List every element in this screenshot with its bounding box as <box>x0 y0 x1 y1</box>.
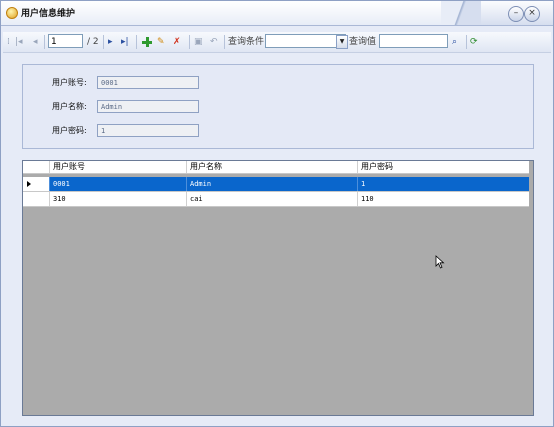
search-icon[interactable]: ⌕ <box>452 35 457 49</box>
toolbar-separator <box>189 35 190 49</box>
password-label: 用户密码: <box>52 126 87 135</box>
cell-password[interactable]: 1 <box>357 177 529 191</box>
query-value-label: 查询值 <box>349 37 377 47</box>
minimize-button[interactable]: – <box>508 6 524 22</box>
table-row[interactable]: 310 cai 110 <box>23 192 529 207</box>
main-window: 用户信息维护 – × ⁞ |◂ ◂ 1 / 2 ▸ ▸| ✎ ✗ ▣ ↶ 查询条… <box>0 0 554 427</box>
move-first-icon[interactable]: |◂ <box>15 35 23 49</box>
query-condition-label: 查询条件 <box>228 37 265 47</box>
toolbar-separator <box>466 35 467 49</box>
position-input[interactable]: 1 <box>48 34 83 48</box>
toolbar-separator <box>224 35 225 49</box>
app-icon <box>6 7 18 19</box>
refresh-icon[interactable]: ⟳ <box>470 35 478 49</box>
current-row-arrow-icon <box>27 181 31 187</box>
close-button[interactable]: × <box>524 6 540 22</box>
name-field[interactable]: Admin <box>97 100 199 113</box>
undo-icon[interactable]: ↶ <box>210 35 218 49</box>
delete-icon[interactable]: ✗ <box>173 35 181 49</box>
toolbar-separator <box>44 35 45 49</box>
row-header[interactable] <box>23 177 49 191</box>
column-header-name[interactable]: 用户名称 <box>186 161 357 173</box>
add-new-icon[interactable] <box>142 37 152 47</box>
binding-navigator-toolbar: ⁞ |◂ ◂ 1 / 2 ▸ ▸| ✎ ✗ ▣ ↶ 查询条件 ▼ 查询值 ⌕ ⟳ <box>3 32 551 53</box>
column-header-password[interactable]: 用户密码 <box>357 161 529 173</box>
edit-icon[interactable]: ✎ <box>157 35 165 49</box>
move-previous-icon[interactable]: ◂ <box>33 35 38 49</box>
row-header-corner <box>23 161 49 173</box>
chevron-down-icon[interactable]: ▼ <box>336 35 348 49</box>
user-form-panel: 用户账号: 0001 用户名称: Admin 用户密码: 1 <box>22 64 534 149</box>
toolbar-grip: ⁞ <box>7 37 10 47</box>
cell-name[interactable]: Admin <box>186 177 357 191</box>
page-count-label: / 2 <box>87 37 99 47</box>
password-field[interactable]: 1 <box>97 124 199 137</box>
toolbar-separator <box>136 35 137 49</box>
cell-name[interactable]: cai <box>186 192 357 206</box>
column-header-account[interactable]: 用户账号 <box>49 161 186 173</box>
grid-header-row: 用户账号 用户名称 用户密码 <box>23 161 529 174</box>
title-tab-edge <box>441 1 481 25</box>
title-bar: 用户信息维护 – × <box>1 1 553 26</box>
name-label: 用户名称: <box>52 102 87 111</box>
row-header[interactable] <box>23 192 49 206</box>
user-data-grid[interactable]: 用户账号 用户名称 用户密码 0001 Admin 1 310 cai 110 <box>22 160 534 416</box>
table-row[interactable]: 0001 Admin 1 <box>23 177 529 192</box>
account-field[interactable]: 0001 <box>97 76 199 89</box>
mouse-cursor-icon <box>435 255 445 269</box>
cell-account[interactable]: 0001 <box>49 177 186 191</box>
toolbar-separator <box>103 35 104 49</box>
cell-account[interactable]: 310 <box>49 192 186 206</box>
query-value-input[interactable] <box>379 34 448 48</box>
move-last-icon[interactable]: ▸| <box>121 35 129 49</box>
cell-password[interactable]: 110 <box>357 192 529 206</box>
window-title: 用户信息维护 <box>21 9 76 19</box>
query-condition-select[interactable] <box>265 34 346 48</box>
move-next-icon[interactable]: ▸ <box>108 35 113 49</box>
account-label: 用户账号: <box>52 78 87 87</box>
save-icon[interactable]: ▣ <box>194 35 203 49</box>
